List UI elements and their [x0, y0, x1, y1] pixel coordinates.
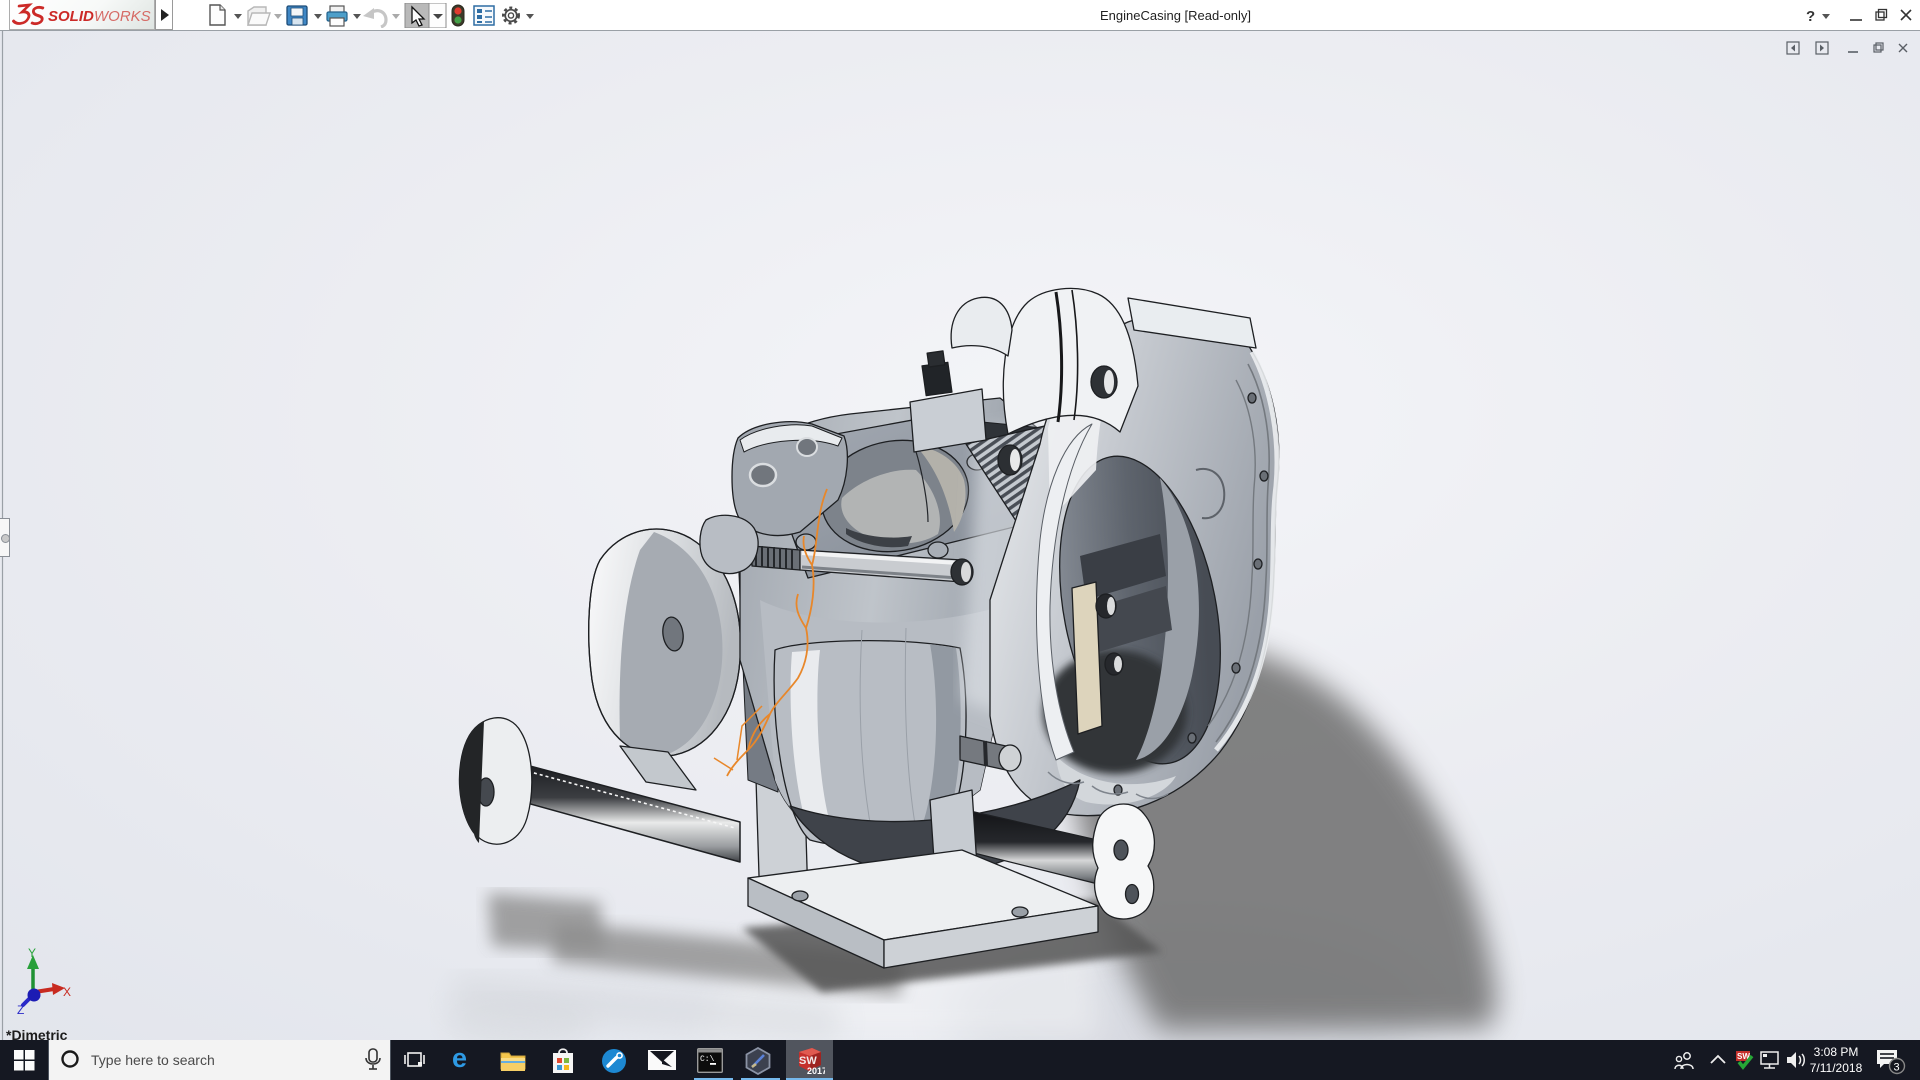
svg-text:C:\: C:\: [700, 1055, 715, 1064]
svg-text:Y: Y: [28, 946, 36, 960]
svg-text:2017: 2017: [807, 1066, 825, 1076]
svg-text:3: 3: [1894, 1062, 1900, 1074]
svg-text:?: ?: [1806, 8, 1815, 25]
svg-text:X: X: [63, 985, 71, 999]
svg-text:WORKS: WORKS: [94, 8, 151, 25]
svg-text:SOLID: SOLID: [48, 8, 94, 25]
svg-text:Z: Z: [17, 1003, 24, 1017]
